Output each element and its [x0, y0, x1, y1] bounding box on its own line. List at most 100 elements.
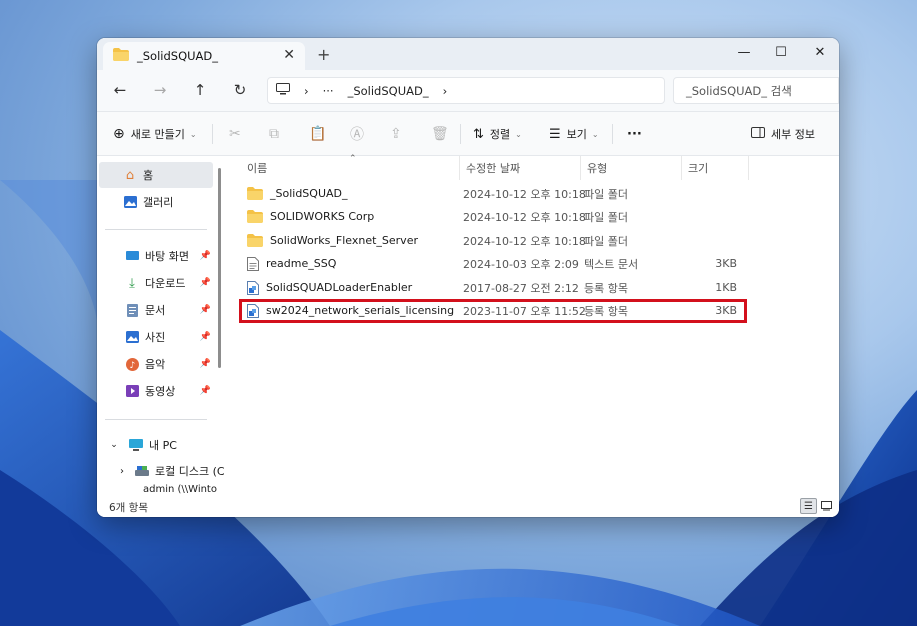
close-button[interactable]: ✕ [801, 41, 839, 63]
new-label: 새로 만들기 [130, 128, 185, 141]
sidebar-item-desktop[interactable]: 바탕 화면 📌 [97, 243, 221, 269]
refresh-button[interactable]: ↻ [226, 78, 254, 102]
forward-button[interactable]: → [146, 78, 174, 102]
folder-icon [247, 210, 263, 223]
download-icon: ⤓ [129, 275, 135, 291]
sidebar-item-label: 내 PC [149, 439, 177, 452]
file-row[interactable]: readme_SSQ 2024-10-03 오후 2:09 텍스트 문서 3KB [241, 252, 745, 275]
sidebar-item-label: 음악 [145, 358, 166, 371]
sidebar-item-label: 로컬 디스크 (C [155, 465, 225, 478]
sidebar-item-label: 갤러리 [143, 196, 174, 209]
pin-icon[interactable]: 📌 [200, 251, 211, 261]
tab-close-icon[interactable]: ✕ [283, 47, 295, 63]
file-name: SolidSQUADLoaderEnabler [266, 281, 413, 294]
large-icons-view-icon[interactable] [818, 498, 835, 514]
details-label: 세부 정보 [771, 128, 815, 141]
file-date: 2024-10-12 오후 10:18 [463, 210, 586, 224]
copy-icon[interactable]: ⧉ [269, 122, 279, 146]
cut-icon[interactable]: ✂ [229, 122, 241, 146]
file-name: SolidWorks_Flexnet_Server [270, 234, 418, 247]
sidebar-item-label: 다운로드 [145, 277, 186, 290]
new-button[interactable]: ⊕ 새로 만들기 ⌄ [113, 122, 197, 146]
more-options-icon[interactable]: ··· [627, 122, 642, 146]
details-view-icon[interactable]: ☰ [800, 498, 817, 514]
rename-icon[interactable]: Ⓐ [350, 122, 364, 146]
sidebar-item-this-pc[interactable]: ⌄ 내 PC [97, 432, 221, 458]
breadcrumb-current[interactable]: _SolidSQUAD_ [348, 84, 429, 98]
pin-icon[interactable]: 📌 [200, 386, 211, 396]
sidebar-item-documents[interactable]: 문서 📌 [97, 297, 221, 323]
documents-icon [125, 303, 139, 317]
pin-icon[interactable]: 📌 [200, 359, 211, 369]
breadcrumb-chevron-icon[interactable]: › [443, 84, 448, 98]
file-row[interactable]: SolidSQUADLoaderEnabler 2017-08-27 오전 2:… [241, 276, 745, 299]
new-tab-button[interactable]: + [317, 45, 330, 64]
sidebar-item-home[interactable]: ⌂ 홈 [99, 162, 213, 188]
file-row[interactable]: SolidWorks_Flexnet_Server 2024-10-12 오후 … [241, 229, 745, 252]
sidebar-item-gallery[interactable]: 갤러리 [97, 189, 221, 215]
toolbar-divider [460, 124, 461, 144]
sort-button[interactable]: ⇅ 정렬 ⌄ [473, 122, 522, 146]
column-header-size[interactable]: 크기 [682, 156, 749, 180]
file-row[interactable]: _SolidSQUAD_ 2024-10-12 오후 10:18 파일 폴더 [241, 182, 745, 205]
chevron-down-icon[interactable]: ⌄ [107, 438, 121, 452]
sidebar-divider [105, 229, 207, 230]
file-name: _SolidSQUAD_ [270, 187, 348, 200]
search-input[interactable]: _SolidSQUAD_ 검색 [673, 77, 839, 104]
sidebar-item-local-disk[interactable]: › 로컬 디스크 (C [97, 458, 225, 484]
music-icon: ♪ [125, 357, 139, 371]
file-type: 등록 항목 [584, 281, 628, 295]
highlight-annotation-box [239, 299, 747, 323]
registry-file-icon [247, 280, 259, 295]
sidebar-item-network[interactable]: admin (\\Winto [97, 484, 225, 496]
back-button[interactable]: ← [106, 78, 134, 102]
view-label: 보기 [566, 128, 587, 141]
sidebar-item-label: 문서 [145, 304, 166, 317]
sidebar-scrollbar[interactable] [218, 168, 221, 368]
chevron-down-icon: ⌄ [591, 129, 599, 139]
view-button[interactable]: ☰ 보기 ⌄ [549, 122, 599, 146]
svg-text:♪: ♪ [129, 361, 135, 371]
delete-icon[interactable]: 🗑 [431, 122, 449, 146]
command-toolbar: ⊕ 새로 만들기 ⌄ ✂ ⧉ 📋 Ⓐ ⇪ 🗑 ⇅ 정렬 ⌄ ☰ 보기 ⌄ ···… [97, 112, 839, 156]
file-name: readme_SSQ [266, 257, 337, 270]
file-size: 3KB [715, 257, 737, 270]
toolbar-divider [612, 124, 613, 144]
sidebar-item-videos[interactable]: 동영상 📌 [97, 378, 221, 404]
paste-icon[interactable]: 📋 [309, 122, 326, 146]
up-button[interactable]: ↑ [186, 78, 214, 102]
pin-icon[interactable]: 📌 [200, 278, 211, 288]
column-header-date[interactable]: 수정한 날짜 [460, 156, 581, 180]
file-date: 2017-08-27 오전 2:12 [463, 281, 579, 295]
minimize-button[interactable]: — [725, 41, 763, 63]
sidebar-item-downloads[interactable]: ⤓ 다운로드 📌 [97, 270, 221, 296]
pin-icon[interactable]: 📌 [200, 305, 211, 315]
file-type: 파일 폴더 [584, 210, 628, 224]
desktop-icon [125, 249, 139, 263]
file-date: 2024-10-12 오후 10:18 [463, 187, 586, 201]
chevron-down-icon: ⌄ [189, 129, 197, 139]
column-header-name[interactable]: 이름 [241, 156, 460, 180]
sidebar-item-music[interactable]: ♪ 음악 📌 [97, 351, 221, 377]
item-count: 6개 항목 [109, 502, 148, 514]
status-bar: 6개 항목 ☰ [97, 496, 839, 517]
breadcrumb-overflow[interactable]: ··· [323, 84, 334, 98]
sort-label: 정렬 [489, 128, 511, 141]
details-pane-button[interactable]: 세부 정보 [751, 122, 815, 146]
videos-icon [125, 384, 139, 398]
file-type: 텍스트 문서 [584, 257, 639, 271]
tab-title: _SolidSQUAD_ [137, 49, 219, 63]
sidebar-item-pictures[interactable]: 사진 📌 [97, 324, 221, 350]
share-icon[interactable]: ⇪ [390, 122, 402, 146]
folder-icon [247, 234, 263, 247]
column-header-type[interactable]: 유형 [581, 156, 682, 180]
folder-icon [113, 48, 129, 64]
breadcrumb-separator[interactable]: › [304, 84, 309, 98]
tab-solidsquad[interactable]: _SolidSQUAD_ ✕ [103, 42, 305, 70]
file-row[interactable]: SOLIDWORKS Corp 2024-10-12 오후 10:18 파일 폴… [241, 205, 745, 228]
maximize-button[interactable]: ☐ [762, 41, 800, 63]
this-pc-icon[interactable] [276, 83, 290, 98]
pin-icon[interactable]: 📌 [200, 332, 211, 342]
address-bar[interactable]: › ··· _SolidSQUAD_ › [267, 77, 665, 104]
chevron-right-icon[interactable]: › [115, 464, 129, 478]
